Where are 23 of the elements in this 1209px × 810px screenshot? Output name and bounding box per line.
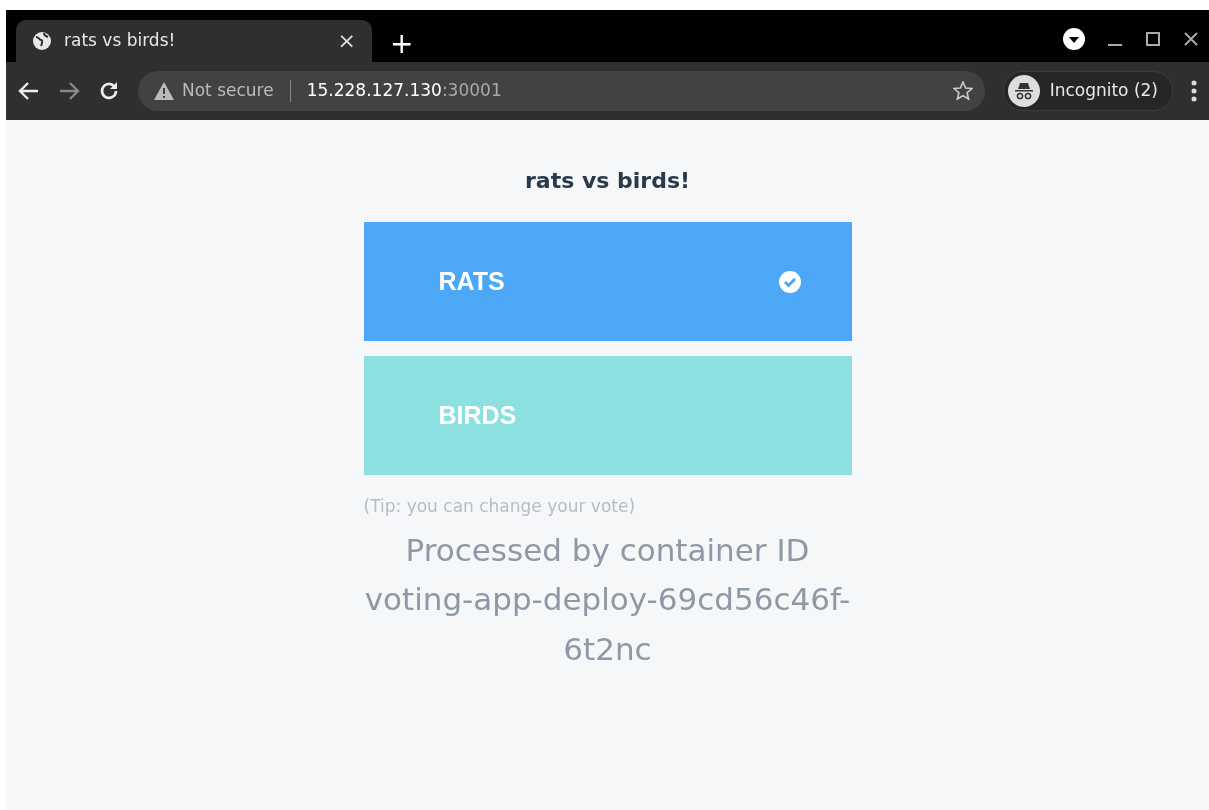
dropdown-icon[interactable] bbox=[1063, 28, 1085, 50]
address-bar[interactable]: Not secure 15.228.127.130:30001 bbox=[138, 71, 985, 111]
security-label: Not secure bbox=[182, 79, 274, 103]
tab-title: rats vs birds! bbox=[64, 29, 176, 53]
check-icon bbox=[777, 269, 802, 294]
close-icon[interactable] bbox=[1183, 31, 1199, 47]
star-icon[interactable] bbox=[952, 81, 973, 101]
new-tab-button[interactable]: + bbox=[386, 30, 418, 58]
globe-icon bbox=[32, 31, 52, 51]
back-icon[interactable] bbox=[18, 80, 40, 102]
reload-icon[interactable] bbox=[98, 80, 120, 102]
maximize-icon[interactable] bbox=[1145, 31, 1161, 47]
url-text: 15.228.127.130:30001 bbox=[306, 79, 502, 103]
browser-tab[interactable]: rats vs birds! × bbox=[16, 20, 372, 62]
incognito-button[interactable]: Incognito (2) bbox=[1002, 71, 1173, 111]
warning-icon bbox=[154, 82, 174, 100]
container-info: Processed by container ID voting-app-deploy-69cd56c46f-6t2nc bbox=[363, 530, 852, 670]
forward-icon[interactable] bbox=[58, 80, 80, 102]
tip-text: (Tip: you can change your vote) bbox=[363, 495, 637, 519]
close-tab-button[interactable]: × bbox=[333, 30, 360, 52]
menu-icon[interactable] bbox=[1191, 80, 1197, 102]
page-title: rats vs birds! bbox=[524, 168, 691, 195]
incognito-icon bbox=[1007, 75, 1040, 107]
